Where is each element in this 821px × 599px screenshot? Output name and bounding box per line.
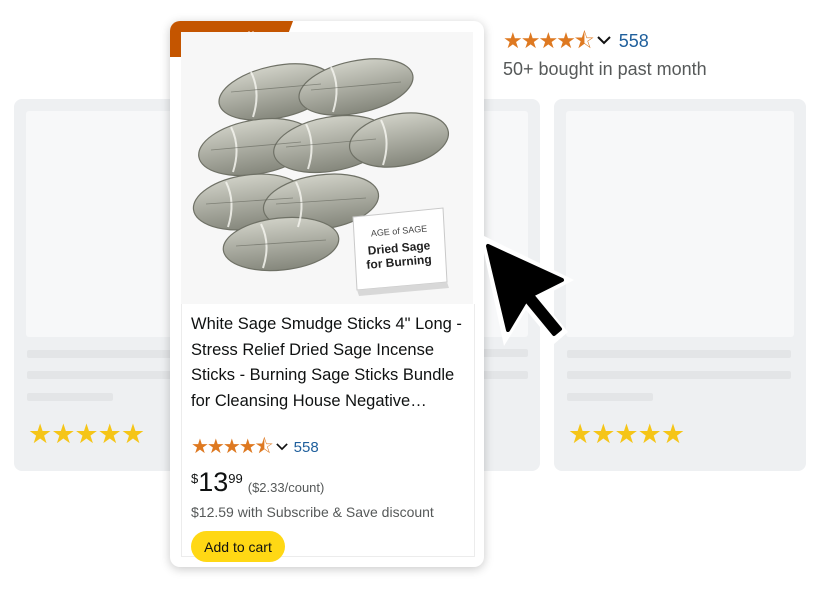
- rating-stars: ★★★★⯪: [503, 28, 595, 53]
- subscribe-save-text: $12.59 with Subscribe & Save discount: [191, 504, 434, 520]
- chevron-down-icon[interactable]: [275, 440, 288, 454]
- rating-count-link[interactable]: 558: [294, 439, 319, 456]
- product-title[interactable]: White Sage Smudge Sticks 4" Long - Stres…: [191, 312, 471, 414]
- unit-price: ($2.33/count): [247, 480, 325, 495]
- rating-stars: ★★★★⯪: [191, 436, 274, 458]
- price-currency: $: [191, 471, 199, 486]
- product-price: $ 13 99 ($2.33/count): [191, 467, 324, 497]
- placeholder-stars: ★★★★★: [568, 419, 685, 449]
- placeholder-stars: ★★★★★: [28, 419, 145, 449]
- product-card[interactable]: Best Seller: [170, 21, 484, 567]
- chevron-down-icon[interactable]: [597, 34, 611, 48]
- placeholder-line: [567, 393, 653, 401]
- product-details: White Sage Smudge Sticks 4" Long - Stres…: [181, 304, 475, 562]
- placeholder-line: [567, 350, 791, 358]
- price-fraction: 99: [228, 471, 243, 486]
- price-whole: 13: [198, 467, 229, 497]
- placeholder-line: [567, 371, 791, 379]
- add-to-cart-button[interactable]: Add to cart: [191, 531, 285, 562]
- product-rating-row: ★★★★⯪ 558: [191, 437, 319, 457]
- bought-text: 50+ bought in past month: [503, 59, 707, 79]
- placeholder-line: [27, 393, 113, 401]
- top-rating-row: ★★★★⯪ 558: [503, 30, 649, 52]
- rating-count-link[interactable]: 558: [619, 31, 649, 52]
- mouse-cursor-icon: [468, 222, 580, 361]
- placeholder-card-right: ★★★★★: [554, 99, 806, 471]
- placeholder-line: [482, 371, 528, 379]
- placeholder-image: [566, 111, 794, 337]
- product-image[interactable]: AGE of SAGE Dried Sage for Burning: [181, 32, 473, 304]
